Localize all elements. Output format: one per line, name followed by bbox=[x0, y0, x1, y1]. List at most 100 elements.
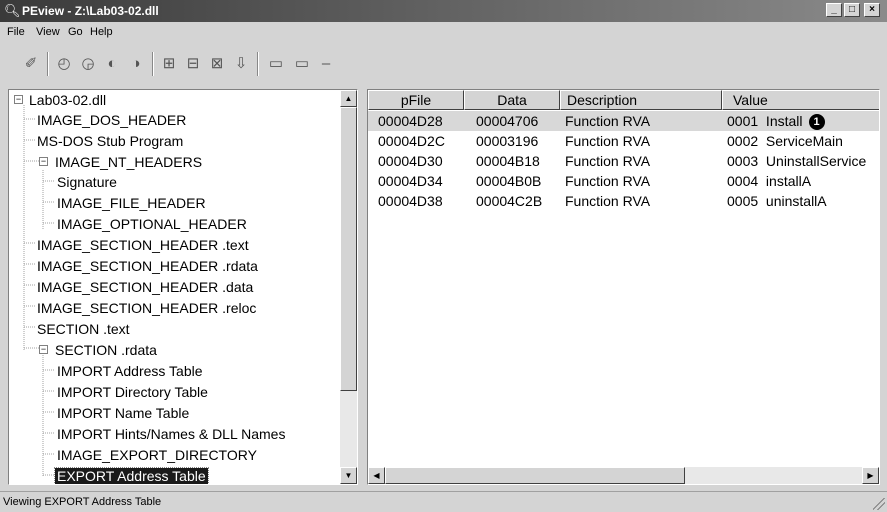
tree-item-section-header-data[interactable]: IMAGE_SECTION_HEADER .data bbox=[37, 277, 253, 297]
tree-item-import-name-table[interactable]: IMPORT Name Table bbox=[57, 403, 189, 423]
tree-view[interactable]: − Lab03-02.dll IMAGE_DOS_HEADER MS-DOS S… bbox=[8, 89, 358, 485]
close-button[interactable]: × bbox=[864, 3, 880, 17]
tree-item-label: Signature bbox=[57, 174, 117, 190]
table-row[interactable]: 00004D28 00004706 Function RVA 0001 Inst… bbox=[368, 111, 879, 131]
cell-data: 00004B18 bbox=[476, 153, 540, 169]
tree-item-section-header-text[interactable]: IMAGE_SECTION_HEADER .text bbox=[37, 235, 249, 255]
up-icon[interactable]: ◴ bbox=[54, 52, 74, 74]
mode3-icon[interactable]: ‒ bbox=[316, 52, 336, 74]
tree-item-label: SECTION .rdata bbox=[55, 342, 157, 358]
tree-item-label: IMPORT Name Table bbox=[57, 405, 190, 421]
menu-go[interactable]: Go bbox=[65, 25, 86, 39]
column-header-data[interactable]: Data bbox=[464, 90, 560, 110]
toolbar-separator bbox=[47, 52, 49, 76]
menu-view[interactable]: View bbox=[33, 25, 63, 39]
tree-item-import-address-table[interactable]: IMPORT Address Table bbox=[57, 361, 203, 381]
column-header-pfile[interactable]: pFile bbox=[368, 90, 464, 110]
table-row[interactable]: 00004D30 00004B18 Function RVA 0003 Unin… bbox=[368, 151, 879, 171]
cell-description: Function RVA bbox=[565, 113, 651, 129]
menu-bar: File View Go Help bbox=[0, 22, 887, 42]
cell-value: 0002 ServiceMain bbox=[727, 133, 843, 149]
toolbar: ✐ ◴ ◶ ◐ ◑ ⊞ ⊟ ⊠ ⇩ ▭ ▭ ‒ bbox=[0, 46, 887, 82]
back-icon[interactable]: ◐ bbox=[102, 52, 122, 74]
tree-item-signature[interactable]: Signature bbox=[57, 172, 117, 192]
tree-item-export-address-table[interactable]: EXPORT Address Table bbox=[54, 466, 209, 484]
cell-value: 0001 Install 1 bbox=[727, 111, 825, 131]
status-text: Viewing EXPORT Address Table bbox=[3, 496, 162, 508]
tree-item-label: IMAGE_SECTION_HEADER .reloc bbox=[37, 300, 257, 316]
tree-item-label: IMAGE_SECTION_HEADER .text bbox=[37, 237, 249, 253]
tree-item-optional-header[interactable]: IMAGE_OPTIONAL_HEADER bbox=[57, 214, 247, 234]
tree-vertical-scrollbar[interactable]: ▲ ▼ bbox=[340, 90, 357, 484]
cell-value: 0004 installA bbox=[727, 173, 812, 189]
tree-item-nt-headers[interactable]: IMAGE_NT_HEADERS bbox=[55, 152, 202, 172]
cell-data: 00003196 bbox=[476, 133, 539, 149]
resize-grip-icon[interactable] bbox=[873, 498, 885, 510]
tree-item-file-header[interactable]: IMAGE_FILE_HEADER bbox=[57, 193, 206, 213]
tree-expander-lab03[interactable]: − bbox=[14, 95, 23, 104]
view2-icon[interactable]: ⊟ bbox=[183, 52, 203, 74]
table-row[interactable]: 00004D2C 00003196 Function RVA 0002 Serv… bbox=[368, 131, 879, 151]
app-magnifier-icon: 🔍︎ bbox=[4, 3, 21, 18]
cell-data: 00004B0B bbox=[476, 173, 542, 189]
tree-item-dos-header[interactable]: IMAGE_DOS_HEADER bbox=[37, 110, 186, 130]
cell-pfile: 00004D30 bbox=[378, 153, 443, 169]
tree-item-export-directory[interactable]: IMAGE_EXPORT_DIRECTORY bbox=[57, 445, 257, 465]
table-row[interactable]: 00004D38 00004C2B Function RVA 0005 unin… bbox=[368, 191, 879, 211]
mode2-icon[interactable]: ▭ bbox=[292, 52, 312, 74]
mode1-icon[interactable]: ▭ bbox=[264, 52, 288, 74]
cell-pfile: 00004D34 bbox=[378, 173, 443, 189]
open-icon[interactable]: ✐ bbox=[21, 52, 41, 74]
table-row[interactable]: 00004D34 00004B0B Function RVA 0004 inst… bbox=[368, 171, 879, 191]
tree-item-label: IMPORT Directory Table bbox=[57, 384, 208, 400]
tree-item-dos-stub[interactable]: MS-DOS Stub Program bbox=[37, 131, 183, 151]
column-header-description[interactable]: Description bbox=[560, 90, 722, 110]
detail-list-view[interactable]: pFile Data Description Value 00004D28 00… bbox=[367, 89, 880, 485]
tree-item-section-text[interactable]: SECTION .text bbox=[37, 319, 130, 339]
tree-item-label: IMAGE_OPTIONAL_HEADER bbox=[57, 216, 247, 232]
tree-item-section-header-rdata[interactable]: IMAGE_SECTION_HEADER .rdata bbox=[37, 256, 258, 276]
down-icon[interactable]: ◶ bbox=[78, 52, 98, 74]
tree-expander-nt-headers[interactable]: − bbox=[39, 157, 48, 166]
tree-item-label: IMAGE_NT_HEADERS bbox=[55, 154, 203, 170]
tree-item-label: Lab03-02.dll bbox=[29, 92, 107, 108]
view3-icon[interactable]: ⊠ bbox=[207, 52, 227, 74]
scroll-down-arrow-icon[interactable]: ▼ bbox=[340, 467, 357, 484]
tree-expander-section-rdata[interactable]: − bbox=[39, 345, 48, 354]
tree-item-import-hints-names[interactable]: IMPORT Hints/Names & DLL Names bbox=[57, 424, 285, 444]
scrollbar-thumb[interactable] bbox=[340, 107, 357, 391]
menu-help[interactable]: Help bbox=[87, 25, 116, 39]
callout-marker: 1 bbox=[808, 114, 825, 130]
column-header-value[interactable]: Value bbox=[722, 90, 879, 110]
scroll-left-arrow-icon[interactable]: ◀ bbox=[368, 467, 385, 484]
cell-description: Function RVA bbox=[565, 173, 651, 189]
toolbar-separator bbox=[257, 52, 259, 76]
cell-data: 00004706 bbox=[476, 113, 539, 129]
list-horizontal-scrollbar[interactable]: ◀ ▶ bbox=[368, 467, 879, 484]
maximize-button[interactable]: □ bbox=[844, 3, 860, 17]
forward-icon[interactable]: ◑ bbox=[126, 52, 146, 74]
tree-item-section-header-reloc[interactable]: IMAGE_SECTION_HEADER .reloc bbox=[37, 298, 256, 318]
cell-value: 0005 uninstallA bbox=[727, 193, 827, 209]
view4-icon[interactable]: ⇩ bbox=[231, 52, 251, 74]
minimize-button[interactable]: _ bbox=[826, 3, 842, 17]
view1-icon[interactable]: ⊞ bbox=[159, 52, 179, 74]
tree-item-import-directory-table[interactable]: IMPORT Directory Table bbox=[57, 382, 208, 402]
title-bar: 🔍︎ PEview - Z:\Lab03-02.dll _ □ × bbox=[0, 0, 887, 22]
menu-file[interactable]: File bbox=[4, 25, 28, 39]
tree-item-label: SECTION .text bbox=[37, 321, 130, 337]
cell-pfile: 00004D38 bbox=[378, 193, 443, 209]
cell-pfile: 00004D2C bbox=[378, 133, 445, 149]
tree-item-label: MS-DOS Stub Program bbox=[37, 133, 184, 149]
scroll-up-arrow-icon[interactable]: ▲ bbox=[340, 90, 357, 107]
tree-item-section-rdata[interactable]: SECTION .rdata bbox=[55, 340, 157, 360]
tree-item-label: IMAGE_EXPORT_DIRECTORY bbox=[57, 447, 257, 463]
tree-item-label: IMAGE_DOS_HEADER bbox=[37, 112, 187, 128]
cell-description: Function RVA bbox=[565, 153, 651, 169]
scroll-right-arrow-icon[interactable]: ▶ bbox=[862, 467, 879, 484]
cell-description: Function RVA bbox=[565, 193, 651, 209]
tree-item-label: EXPORT Address Table bbox=[54, 467, 209, 484]
scrollbar-thumb[interactable] bbox=[385, 467, 685, 484]
cell-data: 00004C2B bbox=[476, 193, 543, 209]
tree-item-lab03-dll[interactable]: Lab03-02.dll bbox=[29, 90, 106, 110]
